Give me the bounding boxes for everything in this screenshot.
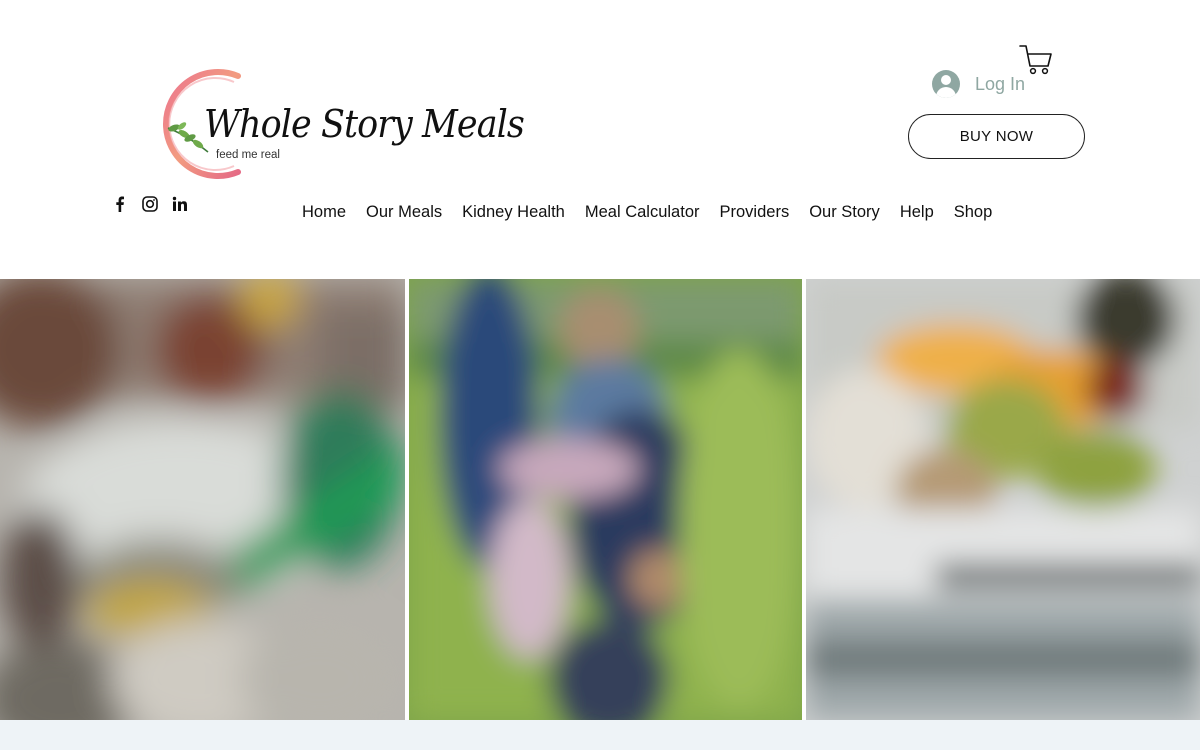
site-header: Whole Story Meals feed me real Home Our … <box>0 0 1200 279</box>
brand-logo[interactable]: Whole Story Meals feed me real <box>140 62 525 187</box>
user-avatar-icon <box>932 70 960 98</box>
social-links <box>110 194 190 214</box>
cart-icon[interactable] <box>1018 42 1054 78</box>
facebook-icon[interactable] <box>110 194 130 214</box>
gallery-image-family-park[interactable] <box>409 279 802 720</box>
main-nav: Home Our Meals Kidney Health Meal Calcul… <box>292 199 1002 227</box>
nav-item-our-meals[interactable]: Our Meals <box>356 199 452 227</box>
nav-item-kidney-health[interactable]: Kidney Health <box>452 199 575 227</box>
instagram-icon[interactable] <box>140 194 160 214</box>
nav-item-meal-calculator[interactable]: Meal Calculator <box>575 199 710 227</box>
nav-item-help[interactable]: Help <box>890 199 944 227</box>
buy-now-button[interactable]: BUY NOW <box>908 114 1085 159</box>
brand-name: Whole Story Meals <box>204 102 525 146</box>
nav-item-providers[interactable]: Providers <box>710 199 800 227</box>
gallery-image-meal-plate[interactable] <box>0 279 405 720</box>
footer-strip <box>0 720 1200 750</box>
image-gallery <box>0 279 1200 720</box>
nav-item-our-story[interactable]: Our Story <box>799 199 890 227</box>
nav-item-shop[interactable]: Shop <box>944 199 1003 227</box>
linkedin-icon[interactable] <box>170 194 190 214</box>
login-button[interactable]: Log In <box>932 68 1025 100</box>
brand-tagline: feed me real <box>216 149 280 161</box>
gallery-image-fruit-table[interactable] <box>806 279 1200 720</box>
nav-item-home[interactable]: Home <box>292 199 356 227</box>
